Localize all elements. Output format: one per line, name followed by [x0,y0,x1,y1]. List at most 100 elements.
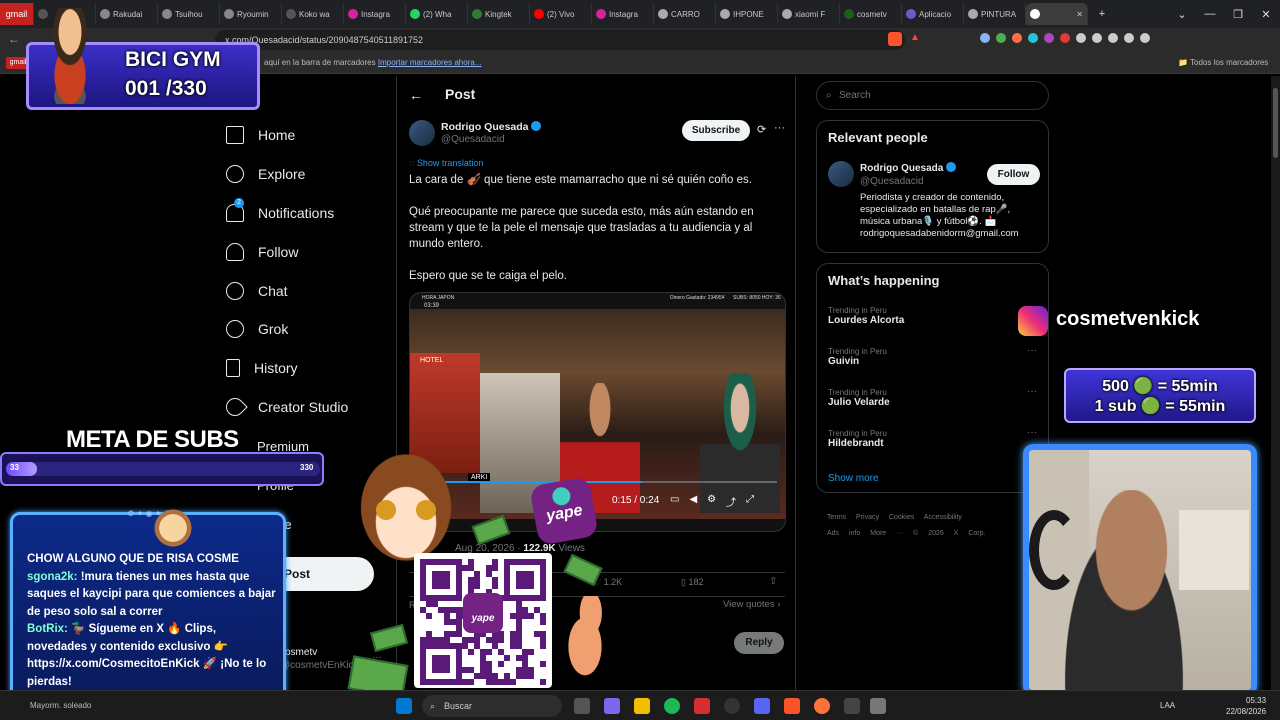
person-name[interactable]: Rodrigo Quesada [860,162,957,174]
trend-item[interactable]: Trending in Peru Julio Velarde [828,388,890,408]
import-bookmarks-link[interactable]: Importar marcadores ahora... [378,58,482,67]
sidebar-item-chat[interactable]: Chat [226,280,288,302]
sidebar-item-grok[interactable]: Grok [226,318,288,340]
app-icon[interactable] [694,698,710,714]
tab-3[interactable]: Tsuihou [158,3,220,25]
extension-icon[interactable] [980,33,990,43]
extension-icon[interactable] [1012,33,1022,43]
tab-search-icon[interactable]: ⌄ [1168,8,1196,21]
clock[interactable]: 05:33 22/08/2026 [1226,695,1266,717]
start-icon[interactable] [396,698,412,714]
tab-4[interactable]: Ryoumin [220,3,282,25]
close-icon[interactable]: ✕ [1076,10,1083,19]
tab-12[interactable]: IHPONE [716,3,778,25]
extension-icon[interactable] [1060,33,1070,43]
file-explorer-icon[interactable] [634,698,650,714]
brave-rewards-icon[interactable]: ▲ [910,32,920,43]
tab-7[interactable]: (2) Wha [406,3,468,25]
menu-icon[interactable] [1140,33,1150,43]
new-tab-button[interactable]: + [1088,8,1116,20]
tab-6[interactable]: Instagra [344,3,406,25]
tab-5[interactable]: Koko wa [282,3,344,25]
popout-icon[interactable]: ⤴ [726,494,736,509]
url-field[interactable]: x.com/Quesadacid/status/2090487540511891… [215,30,905,50]
sidebar-item-notifications[interactable]: 2 Notifications [226,198,334,224]
trend-item[interactable]: Trending in Peru Hildebrandt [828,429,887,449]
task-view-icon[interactable] [574,698,590,714]
tab-15[interactable]: Aplicacio [902,3,964,25]
trend-item[interactable]: Trending in Peru Guivin [828,347,887,367]
tab-9[interactable]: (2) Vivo [530,3,592,25]
tab-16[interactable]: PINTURA [964,3,1026,25]
app-icon[interactable] [844,698,860,714]
tab-14[interactable]: cosmetv [840,3,902,25]
tab-active-x[interactable]: ✕ [1026,3,1088,25]
brave-icon[interactable] [784,698,800,714]
avatar[interactable] [409,120,435,146]
sidebar-item-history[interactable]: History [226,357,298,379]
language-indicator[interactable]: LAA [1160,701,1175,710]
author-handle[interactable]: @Quesadacid [441,134,505,145]
footer-link[interactable]: Terms [827,514,846,521]
reply-button[interactable]: Reply [734,632,784,654]
extension-icon[interactable] [996,33,1006,43]
vpn-icon[interactable] [1124,33,1134,43]
tab-13[interactable]: xiaomi F [778,3,840,25]
copilot-icon[interactable] [604,698,620,714]
calculator-icon[interactable] [870,698,886,714]
avatar[interactable] [828,161,854,187]
show-translation-link[interactable]: ◌ Show translation [409,158,483,168]
footer-link[interactable]: Ads info [827,530,860,537]
share-icon[interactable]: ⇧ [769,576,777,587]
weather-widget[interactable]: Mayorm. soleado [30,701,91,710]
spotify-icon[interactable] [664,698,680,714]
subscribe-button[interactable]: Subscribe [682,120,750,141]
back-icon[interactable]: ← [8,32,20,46]
tab-11[interactable]: CARRO [654,3,716,25]
show-more-link[interactable]: Show more [828,473,879,484]
fullscreen-icon[interactable]: ⤢ [746,494,754,509]
settings-icon[interactable]: ⚙ [707,494,716,509]
more-options-icon[interactable]: ··· [774,122,785,134]
discord-icon[interactable] [754,698,770,714]
tab-10[interactable]: Instagra [592,3,654,25]
firefox-icon[interactable] [814,698,830,714]
window-close-button[interactable]: ✕ [1252,8,1280,21]
sidebar-item-explore[interactable]: Explore [226,163,305,185]
grok-explain-icon[interactable]: ⟳ [757,123,766,136]
puzzle-icon[interactable] [1076,33,1086,43]
taskbar-search[interactable]: ⌕ Buscar [422,695,562,717]
sidebar-item-creator-studio[interactable]: Creator Studio [222,394,348,420]
tab-8[interactable]: Kingtek [468,3,530,25]
scrollbar-thumb[interactable] [1273,88,1278,158]
minimize-button[interactable]: — [1196,8,1224,20]
footer-link[interactable]: Privacy [856,514,879,521]
volume-icon[interactable]: ◀ [689,494,697,509]
sidebar-item-home[interactable]: Home [226,124,295,146]
sidebar-icon[interactable] [1092,33,1102,43]
trend-more-icon[interactable]: ··· [1027,345,1037,356]
captions-icon[interactable]: ▭ [670,494,679,509]
search-input[interactable]: ⌕ Search [816,81,1049,110]
sidebar-item-follow[interactable]: Follow [226,241,298,263]
tab-chip-gmail[interactable]: gmail [0,3,34,25]
obs-icon[interactable] [724,698,740,714]
person-handle[interactable]: @Quesadacid [860,176,924,187]
all-bookmarks[interactable]: 📁 Todos los marcadores [1178,58,1268,67]
scrollbar[interactable] [1271,76,1280,690]
footer-link[interactable]: Accessibility [924,514,962,521]
footer-link[interactable]: More ··· [870,530,903,537]
back-arrow-icon[interactable]: ← [409,87,423,103]
bookmark-button[interactable]: ▯ 182 [681,577,703,588]
account-switcher[interactable]: cosmetv @cosmetvEnKick [280,646,359,672]
footer-link[interactable]: Cookies [889,514,914,521]
brave-shield-icon[interactable] [888,32,902,46]
view-quotes-link[interactable]: View quotes › [723,599,780,610]
maximize-button[interactable]: ❐ [1224,8,1252,21]
trend-more-icon[interactable]: ··· [1027,427,1037,438]
extension-icon[interactable] [1044,33,1054,43]
follow-button[interactable]: Follow [987,164,1040,185]
trend-item[interactable]: Trending in Peru Lourdes Alcorta [828,306,904,326]
wallet-icon[interactable] [1108,33,1118,43]
trend-more-icon[interactable]: ··· [1027,386,1037,397]
